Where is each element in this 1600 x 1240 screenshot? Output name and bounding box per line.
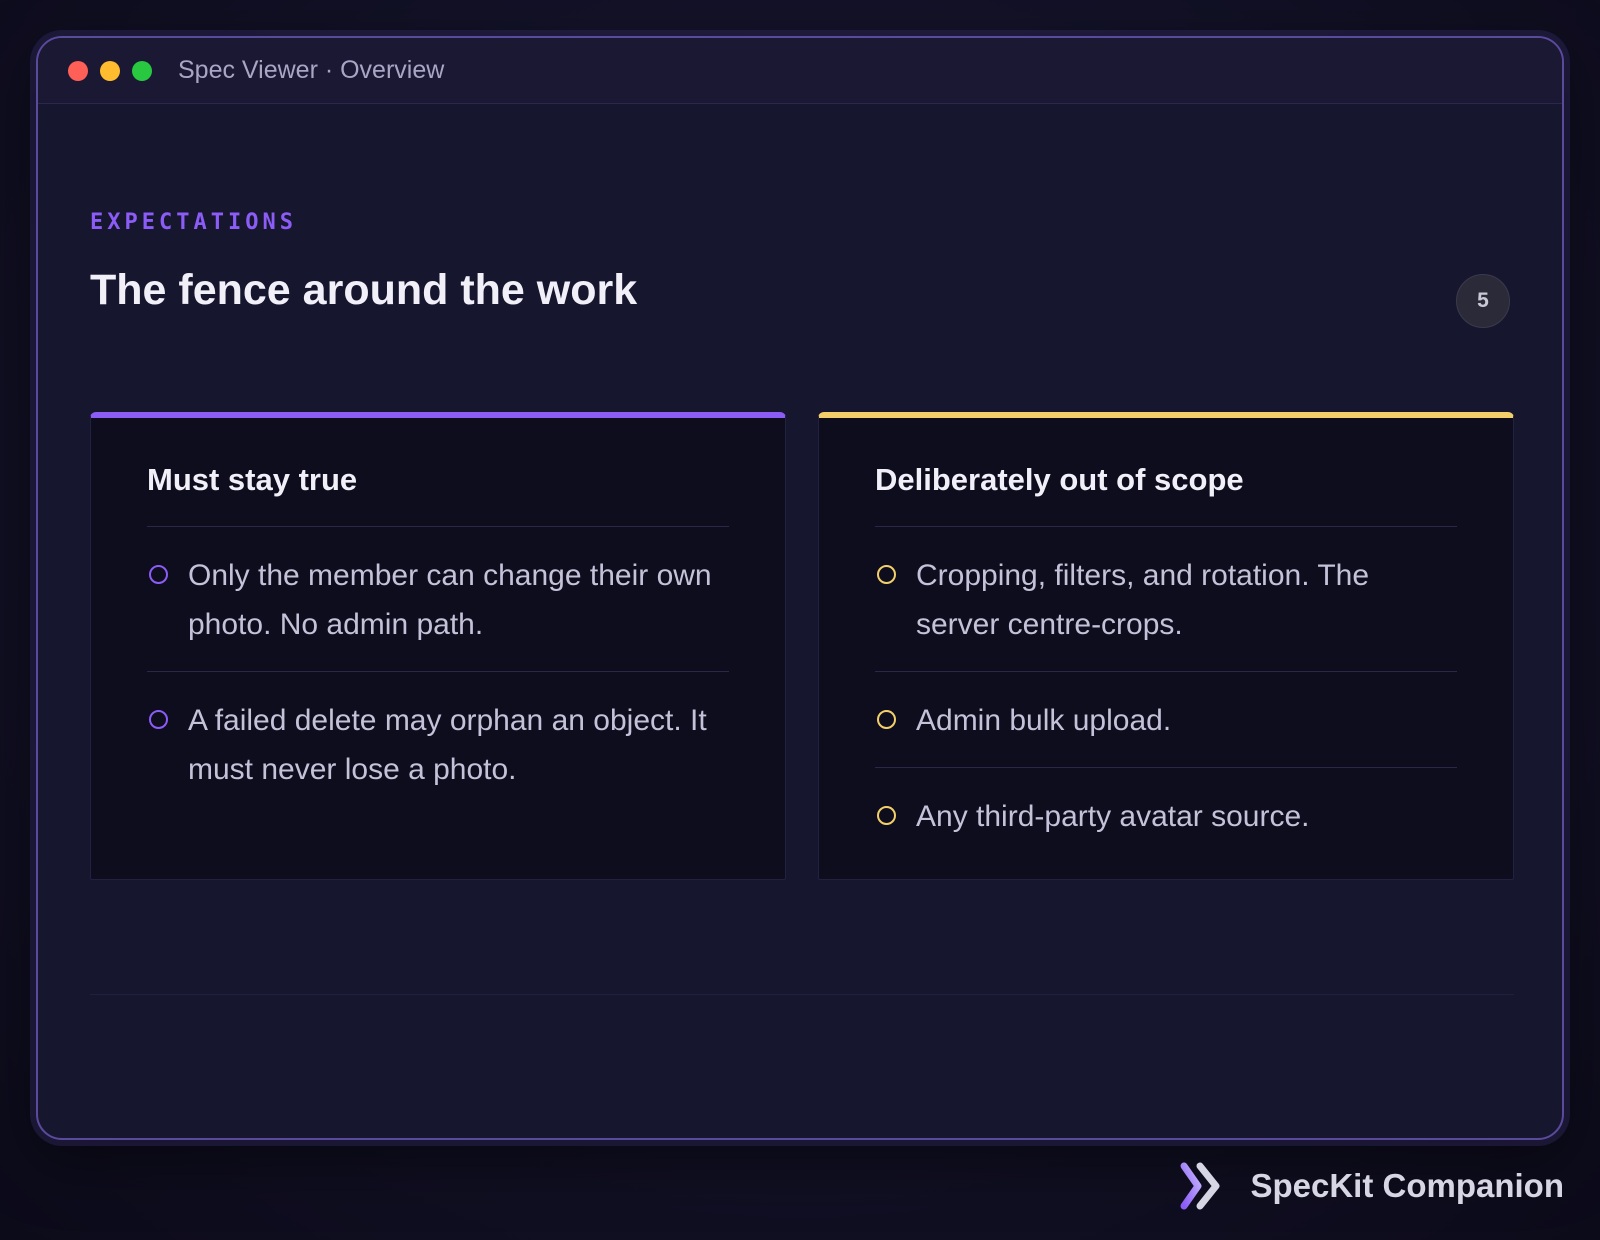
list-item: A failed delete may orphan an object. It…	[147, 672, 729, 816]
window-title: Spec Viewer · Overview	[178, 56, 445, 84]
title-bar: Spec Viewer · Overview	[38, 38, 1562, 104]
minimize-window-button[interactable]	[100, 60, 120, 81]
card-title: Deliberately out of scope	[875, 462, 1457, 527]
app-window: Spec Viewer · Overview EXPECTATIONS The …	[36, 36, 1564, 1140]
close-window-button[interactable]	[68, 60, 88, 81]
list-item: Any third-party avatar source.	[875, 768, 1457, 863]
brand-watermark: SpecKit Companion	[1176, 1160, 1564, 1212]
circle-bullet-icon	[877, 565, 896, 584]
circle-bullet-icon	[149, 565, 168, 584]
divider	[90, 994, 1514, 995]
page-title: The fence around the work	[90, 266, 638, 314]
circle-bullet-icon	[877, 710, 896, 729]
list-item-text: Cropping, filters, and rotation. The ser…	[916, 559, 1370, 641]
list-item: Cropping, filters, and rotation. The ser…	[875, 527, 1457, 672]
circle-bullet-icon	[877, 806, 896, 825]
list-item-text: A failed delete may orphan an object. It…	[188, 704, 707, 786]
speckit-chevron-icon	[1180, 1162, 1220, 1210]
circle-bullet-icon	[149, 710, 168, 729]
card-out-of-scope: Deliberately out of scope Cropping, filt…	[818, 412, 1514, 880]
maximize-window-button[interactable]	[132, 60, 152, 81]
page-number-badge: 5	[1456, 274, 1510, 328]
card-must-stay-true: Must stay true Only the member can chang…	[90, 412, 786, 880]
list-item-text: Any third-party avatar source.	[916, 800, 1310, 833]
cards-row: Must stay true Only the member can chang…	[90, 412, 1514, 880]
list-item: Only the member can change their own pho…	[147, 527, 729, 672]
section-eyebrow: EXPECTATIONS	[90, 210, 297, 235]
list-item: Admin bulk upload.	[875, 672, 1457, 768]
list-item-text: Only the member can change their own pho…	[188, 559, 712, 641]
list-item-text: Admin bulk upload.	[916, 704, 1172, 737]
card-title: Must stay true	[147, 462, 729, 527]
brand-name: SpecKit Companion	[1250, 1167, 1564, 1204]
